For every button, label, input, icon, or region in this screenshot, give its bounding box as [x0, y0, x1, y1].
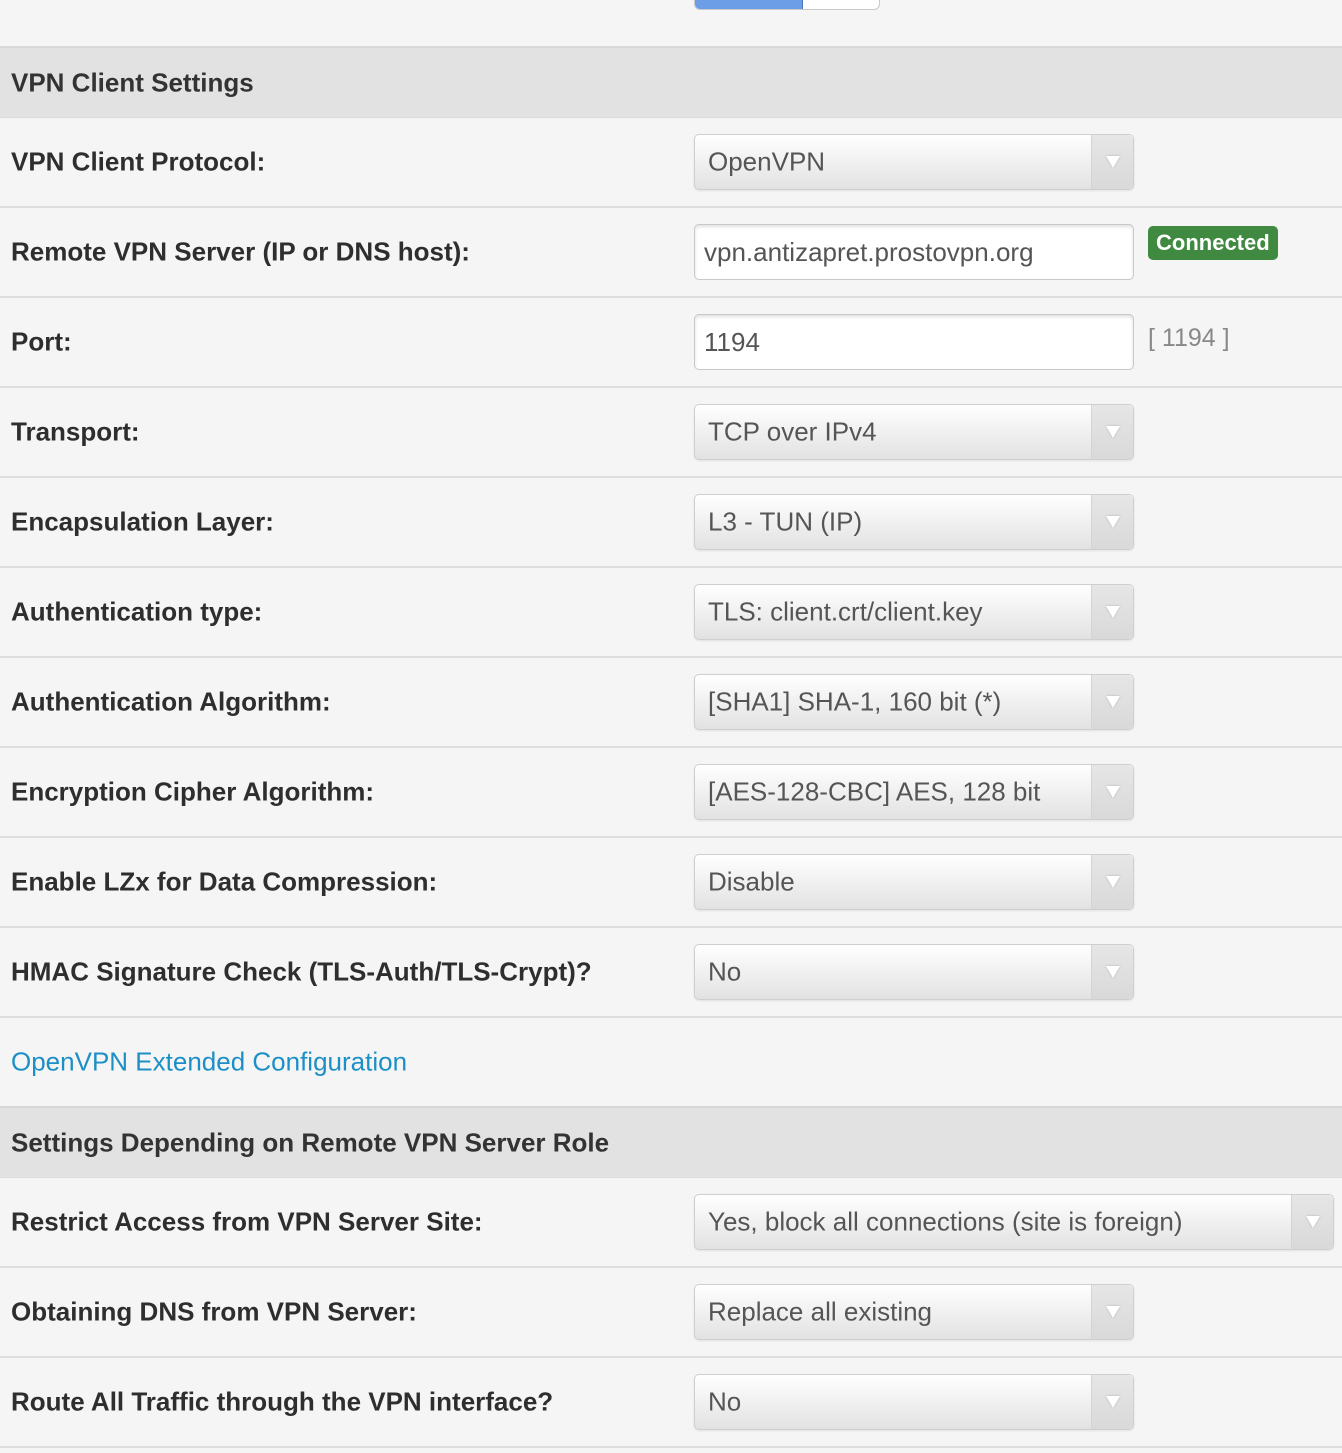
select-value: [AES-128-CBC] AES, 128 bit [708, 776, 1041, 807]
chevron-down-icon [1305, 1216, 1320, 1228]
dropdown-button[interactable] [1091, 585, 1133, 639]
select-value: Replace all existing [708, 1296, 933, 1327]
dropdown-button[interactable] [1091, 765, 1133, 819]
label: Authentication type: [11, 596, 263, 627]
section-title: Settings Depending on Remote VPN Server … [11, 1127, 610, 1157]
label: Transport: [11, 416, 140, 447]
row-cipher: Encryption Cipher Algorithm: [AES-128-CB… [0, 748, 1342, 838]
restrict-select[interactable]: Yes, block all connections (site is fore… [694, 1194, 1334, 1250]
label: Encryption Cipher Algorithm: [11, 776, 375, 807]
label: Remote VPN Server (IP or DNS host): [11, 236, 470, 267]
chevron-down-icon [1105, 426, 1120, 438]
section-title: VPN Client Settings [11, 67, 254, 97]
dropdown-button[interactable] [1091, 675, 1133, 729]
select-value: Disable [708, 866, 795, 897]
row-port: Port: [ 1194 ] [0, 298, 1342, 388]
select-value: OpenVPN [708, 146, 826, 177]
chevron-down-icon [1105, 786, 1120, 798]
chevron-down-icon [1105, 876, 1120, 888]
port-input-wrapper [694, 314, 1134, 370]
dropdown-button[interactable] [1091, 945, 1133, 999]
toggle-on-fill [695, 0, 803, 9]
dropdown-button[interactable] [1291, 1195, 1333, 1249]
select-value: No [708, 956, 742, 987]
cipher-select[interactable]: [AES-128-CBC] AES, 128 bit [694, 764, 1134, 820]
row-protocol: VPN Client Protocol: OpenVPN [0, 118, 1342, 208]
route-all-select[interactable]: No [694, 1374, 1134, 1430]
row-route-all: Route All Traffic through the VPN interf… [0, 1358, 1342, 1448]
row-restrict: Restrict Access from VPN Server Site: Ye… [0, 1178, 1342, 1268]
select-value: L3 - TUN (IP) [708, 506, 863, 537]
label: Route All Traffic through the VPN interf… [11, 1386, 554, 1417]
port-default-hint: [ 1194 ] [1148, 324, 1230, 352]
label: Port: [11, 326, 72, 357]
label: Encapsulation Layer: [11, 506, 274, 537]
chevron-down-icon [1105, 1306, 1120, 1318]
dns-select[interactable]: Replace all existing [694, 1284, 1134, 1340]
select-value: No [708, 1386, 742, 1417]
row-lzx: Enable LZx for Data Compression: Disable [0, 838, 1342, 928]
server-input-wrapper [694, 224, 1134, 280]
label: Enable LZx for Data Compression: [11, 866, 438, 897]
dropdown-button[interactable] [1091, 495, 1133, 549]
select-value: TLS: client.crt/client.key [708, 596, 983, 627]
chevron-down-icon [1105, 1396, 1120, 1408]
chevron-down-icon [1105, 156, 1120, 168]
label: HMAC Signature Check (TLS-Auth/TLS-Crypt… [11, 956, 592, 987]
row-dns: Obtaining DNS from VPN Server: Replace a… [0, 1268, 1342, 1358]
row-auth-alg: Authentication Algorithm: [SHA1] SHA-1, … [0, 658, 1342, 748]
select-value: Yes, block all connections (site is fore… [708, 1206, 1183, 1237]
row-transport: Transport: TCP over IPv4 [0, 388, 1342, 478]
protocol-select[interactable]: OpenVPN [694, 134, 1134, 190]
label: Authentication Algorithm: [11, 686, 331, 717]
server-input[interactable] [695, 225, 1133, 279]
row-auth-type: Authentication type: TLS: client.crt/cli… [0, 568, 1342, 658]
lzx-select[interactable]: Disable [694, 854, 1134, 910]
chevron-down-icon [1105, 516, 1120, 528]
row-server: Remote VPN Server (IP or DNS host): Conn… [0, 208, 1342, 298]
row-encapsulation: Encapsulation Layer: L3 - TUN (IP) [0, 478, 1342, 568]
chevron-down-icon [1105, 696, 1120, 708]
label: Obtaining DNS from VPN Server: [11, 1296, 417, 1327]
extended-config-link[interactable]: OpenVPN Extended Configuration [11, 1047, 407, 1078]
chevron-down-icon [1105, 966, 1120, 978]
label: Restrict Access from VPN Server Site: [11, 1206, 483, 1237]
row-hmac: HMAC Signature Check (TLS-Auth/TLS-Crypt… [0, 928, 1342, 1018]
status-badge: Connected [1148, 226, 1278, 260]
encapsulation-select[interactable]: L3 - TUN (IP) [694, 494, 1134, 550]
enable-toggle[interactable] [694, 0, 880, 10]
dropdown-button[interactable] [1091, 855, 1133, 909]
dropdown-button[interactable] [1091, 405, 1133, 459]
select-value: [SHA1] SHA-1, 160 bit (*) [708, 686, 1002, 717]
transport-select[interactable]: TCP over IPv4 [694, 404, 1134, 460]
dropdown-button[interactable] [1091, 1375, 1133, 1429]
auth-type-select[interactable]: TLS: client.crt/client.key [694, 584, 1134, 640]
label: VPN Client Protocol: [11, 146, 266, 177]
link-row: OpenVPN Extended Configuration [0, 1018, 1342, 1106]
dropdown-button[interactable] [1091, 135, 1133, 189]
hmac-select[interactable]: No [694, 944, 1134, 1000]
dropdown-button[interactable] [1091, 1285, 1133, 1339]
chevron-down-icon [1105, 606, 1120, 618]
port-input[interactable] [695, 315, 1133, 369]
top-strip [0, 0, 1342, 46]
section-header-role: Settings Depending on Remote VPN Server … [0, 1106, 1342, 1178]
auth-alg-select[interactable]: [SHA1] SHA-1, 160 bit (*) [694, 674, 1134, 730]
select-value: TCP over IPv4 [708, 416, 877, 447]
section-header-client: VPN Client Settings [0, 46, 1342, 118]
